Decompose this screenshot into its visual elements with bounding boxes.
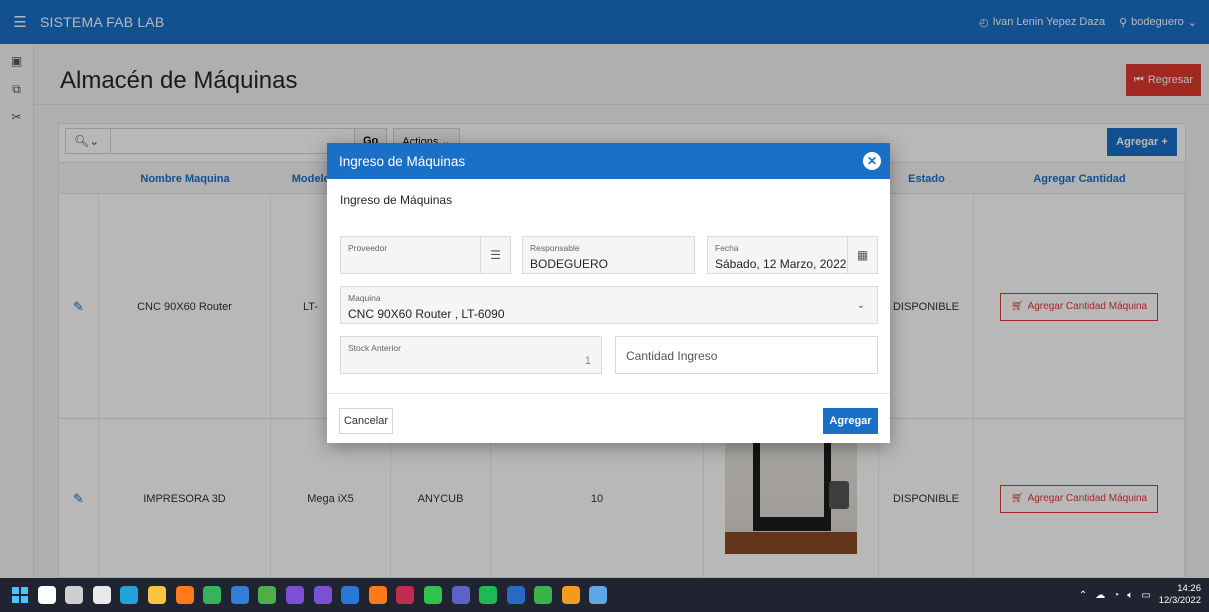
search-icon[interactable]: [37, 586, 56, 604]
close-icon[interactable]: ✕: [863, 152, 881, 170]
whatsapp-icon[interactable]: [423, 586, 442, 604]
spotify-icon[interactable]: [479, 586, 498, 604]
edge-icon[interactable]: [120, 586, 139, 604]
dialog-ingreso-maquinas: Ingreso de Máquinas ✕ Ingreso de Máquina…: [327, 143, 890, 443]
vs-icon[interactable]: [285, 586, 304, 604]
dialog-title: Ingreso de Máquinas: [339, 153, 466, 169]
vscode-icon[interactable]: [313, 586, 332, 604]
cantidad-ingreso-input[interactable]: Cantidad Ingreso: [615, 336, 878, 374]
maquina-select[interactable]: Maquina CNC 90X60 Router , LT-6090 ⌄: [340, 286, 878, 324]
chevron-up-icon[interactable]: ⌃: [1079, 590, 1087, 601]
teams-icon[interactable]: [451, 586, 470, 604]
app-orange-icon[interactable]: [561, 586, 580, 604]
lite-icon[interactable]: [230, 586, 249, 604]
list-icon[interactable]: ☰: [480, 237, 510, 273]
virtualbox-icon[interactable]: [341, 586, 360, 604]
taskbar-apps: [28, 586, 608, 604]
file-explorer-icon[interactable]: [147, 586, 166, 604]
app-globe-icon[interactable]: [589, 586, 608, 604]
word-icon[interactable]: [506, 586, 525, 604]
proveedor-field[interactable]: Proveedor ☰: [340, 236, 511, 274]
photos-icon[interactable]: [203, 586, 222, 604]
dialog-header: Ingreso de Máquinas: [327, 143, 890, 179]
network-icon[interactable]: ☁: [1095, 590, 1105, 601]
windows-taskbar: ⌃ ☁ ◔ 🔈︎ ▭ 14:26 12/3/2022: [0, 578, 1209, 612]
windows-start-icon[interactable]: [12, 587, 28, 603]
onedrive-icon[interactable]: [92, 586, 111, 604]
firefox-icon[interactable]: [175, 586, 194, 604]
stock-anterior-field: Stock Anterior 1: [340, 336, 602, 374]
calendar-icon[interactable]: ▦: [847, 237, 877, 273]
fecha-field[interactable]: Fecha Sábado, 12 Marzo, 2022 ▦: [707, 236, 878, 274]
visio-icon[interactable]: [258, 586, 277, 604]
clock[interactable]: 14:26 12/3/2022: [1159, 583, 1201, 607]
task-view-icon[interactable]: [65, 586, 84, 604]
mendeley-icon[interactable]: [396, 586, 415, 604]
illustrator-icon[interactable]: [368, 586, 387, 604]
volume-icon[interactable]: 🔈︎: [1127, 590, 1133, 601]
app-green-icon[interactable]: [534, 586, 553, 604]
cancel-button[interactable]: Cancelar: [339, 408, 393, 434]
submit-button[interactable]: Agregar: [823, 408, 878, 434]
responsable-field[interactable]: Responsable BODEGUERO: [522, 236, 695, 274]
wifi-icon[interactable]: ◔: [1113, 590, 1119, 601]
battery-icon[interactable]: ▭: [1141, 590, 1150, 601]
chevron-down-icon: ⌄: [856, 300, 865, 311]
dialog-footer: Cancelar Agregar: [327, 393, 890, 443]
system-tray: ⌃ ☁ ◔ 🔈︎ ▭ 14:26 12/3/2022: [1079, 578, 1201, 612]
dialog-subtitle: Ingreso de Máquinas: [340, 193, 453, 207]
